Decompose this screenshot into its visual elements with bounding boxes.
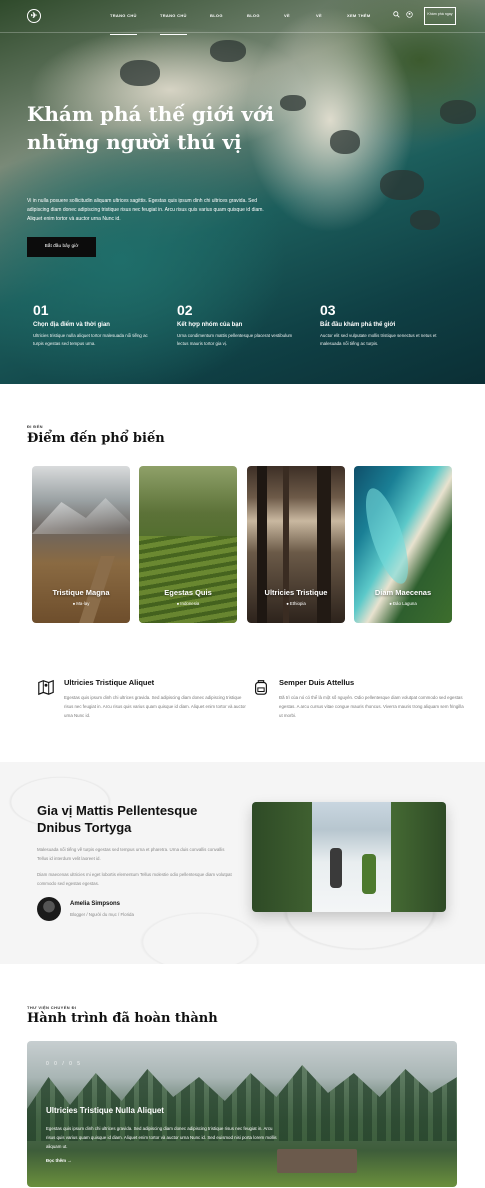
hikers-image bbox=[252, 802, 446, 912]
avatar bbox=[37, 897, 61, 921]
search-icon[interactable] bbox=[393, 11, 400, 18]
nav-item-home-2[interactable]: TRANG CHỦ bbox=[160, 13, 187, 35]
nav-item-blog-2[interactable]: BLOG bbox=[247, 13, 260, 18]
pin-icon: ● bbox=[72, 601, 76, 606]
hero-rock bbox=[440, 100, 476, 124]
nav-item-more[interactable]: XEM THÊM bbox=[347, 13, 371, 18]
testimonial-paragraph: Malesuada nổi tiếng về turpis egestas se… bbox=[37, 847, 225, 861]
destination-location: ●Đảo Laguna bbox=[354, 601, 452, 606]
trees-right bbox=[391, 802, 446, 912]
journey-title: Hành trình đã hoàn thành bbox=[27, 1011, 218, 1026]
nav-item-home[interactable]: TRANG CHỦ bbox=[110, 13, 137, 35]
hiker-figure bbox=[330, 848, 342, 888]
user-icon[interactable] bbox=[406, 11, 413, 18]
step-description: Auctor elit sed vulputate mollis tristiq… bbox=[320, 333, 437, 346]
pin-icon: ● bbox=[389, 601, 392, 606]
hero-description: Vi in nulla posuere sollicitudin aliquam… bbox=[27, 198, 264, 222]
destination-location: ●Indonesia bbox=[139, 601, 237, 606]
hero-rock bbox=[330, 130, 360, 154]
destination-location-text: Indonesia bbox=[180, 601, 200, 606]
pin-icon: ● bbox=[176, 601, 180, 606]
tree-trunk-shape bbox=[257, 466, 267, 623]
hero-rock bbox=[210, 40, 246, 62]
step-title: Chọn địa điểm và thời gian bbox=[33, 322, 110, 328]
step-1: 01 Chọn địa điểm và thời gian Ultricies … bbox=[33, 302, 158, 348]
tea-field-shape bbox=[139, 536, 237, 623]
step-description: Urna condimentum mattis pellentesque pla… bbox=[177, 333, 293, 346]
destination-location: ●Ethiopia bbox=[247, 601, 345, 606]
hiker-figure bbox=[362, 854, 376, 894]
logo-icon[interactable]: ✈ bbox=[27, 9, 41, 23]
tree-trunk-shape bbox=[283, 466, 289, 623]
hero-title: Khám phá thế giới với những người thú vị bbox=[27, 102, 274, 154]
destination-location-text: Ma-lay bbox=[76, 601, 90, 606]
step-number: 02 bbox=[177, 302, 193, 318]
destination-location-text: Đảo Laguna bbox=[392, 601, 417, 606]
step-description: Ultricies tristique nulla aliquet tortor… bbox=[33, 333, 148, 346]
read-more-link[interactable]: Đọc thêm → bbox=[46, 1158, 72, 1163]
destination-card[interactable]: Egestas Quis ●Indonesia bbox=[139, 466, 237, 623]
journey-card-description: Egestas quis ipsum dinh chi ultrices gra… bbox=[46, 1126, 277, 1149]
top-nav: ✈ TRANG CHỦ TRANG CHỦ BLOG BLOG VỀ VỀ XE… bbox=[0, 0, 485, 35]
tree-trunk-shape bbox=[317, 466, 331, 623]
destinations-title: Điểm đến phổ biến bbox=[27, 431, 165, 446]
cabin-shape bbox=[277, 1149, 357, 1173]
nav-item-blog[interactable]: BLOG bbox=[210, 13, 223, 18]
destination-location-text: Ethiopia bbox=[289, 601, 306, 606]
backpack-icon bbox=[252, 678, 270, 696]
journey-kicker: THƯ VIỆN CHUYẾN ĐI bbox=[27, 1005, 77, 1010]
destination-name: Ultricies Tristique bbox=[264, 588, 328, 597]
step-3: 03 Bắt đầu khám phá thế giới Auctor elit… bbox=[320, 302, 445, 348]
destination-name: Diam Maecenas bbox=[374, 588, 432, 597]
destination-card[interactable]: Diam Maecenas ●Đảo Laguna bbox=[354, 466, 452, 623]
explore-now-button[interactable]: Khám phá ngay bbox=[424, 7, 456, 25]
step-number: 01 bbox=[33, 302, 49, 318]
pin-icon: ● bbox=[286, 601, 289, 606]
destination-name: Tristique Magna bbox=[52, 588, 110, 597]
mountain-shape bbox=[32, 498, 130, 534]
step-title: Kết hợp nhóm của bạn bbox=[177, 322, 243, 328]
author-role: Blogger / Người du mục / Florida bbox=[70, 912, 134, 917]
step-number: 03 bbox=[320, 302, 336, 318]
nav-item-about[interactable]: VỀ bbox=[284, 13, 290, 18]
destination-name: Egestas Quis bbox=[164, 588, 212, 597]
destinations-kicker: ĐI ĐẾN bbox=[27, 424, 43, 429]
testimonial-paragraph: Diam maecenas ultricies mi eget lobortis… bbox=[37, 872, 232, 886]
author-name: Amelia Simpsons bbox=[70, 901, 121, 907]
feature-description: Egestas quis ipsum dinh chi ultrices gra… bbox=[64, 695, 246, 718]
step-title: Bắt đầu khám phá thế giới bbox=[320, 322, 396, 328]
feature-title: Semper Duis Attellus bbox=[279, 678, 355, 687]
destination-card[interactable]: Ultricies Tristique ●Ethiopia bbox=[247, 466, 345, 623]
destination-card[interactable]: Tristique Magna ●Ma-lay bbox=[32, 466, 130, 623]
feature-title: Ultricies Tristique Aliquet bbox=[64, 678, 155, 687]
arrow-right-icon: → bbox=[67, 1158, 72, 1163]
nav-item-about-2[interactable]: VỀ bbox=[316, 13, 322, 18]
feature-description: Đã trì của nó có thể là một số nguyên. O… bbox=[279, 695, 464, 718]
journey-card-title: Ultricies Tristique Nulla Aliquet bbox=[46, 1106, 164, 1115]
destination-location: ●Ma-lay bbox=[32, 601, 130, 606]
trees-left bbox=[252, 802, 312, 912]
start-now-button[interactable]: Bắt đầu bây giờ bbox=[27, 237, 96, 257]
slide-counter: 0 0 / 0 5 bbox=[46, 1061, 83, 1067]
hero-section: ✈ TRANG CHỦ TRANG CHỦ BLOG BLOG VỀ VỀ XE… bbox=[0, 0, 485, 384]
hero-rock bbox=[380, 170, 424, 200]
hero-rock bbox=[410, 210, 440, 230]
map-icon bbox=[37, 678, 55, 696]
step-2: 02 Kết hợp nhóm của bạn Urna condimentum… bbox=[177, 302, 302, 348]
read-more-label: Đọc thêm bbox=[46, 1158, 67, 1163]
testimonial-title: Gia vị Mattis Pellentesque Dnibus Tortyg… bbox=[37, 803, 198, 835]
hero-rock bbox=[120, 60, 160, 86]
lagoon-shape bbox=[357, 483, 417, 589]
